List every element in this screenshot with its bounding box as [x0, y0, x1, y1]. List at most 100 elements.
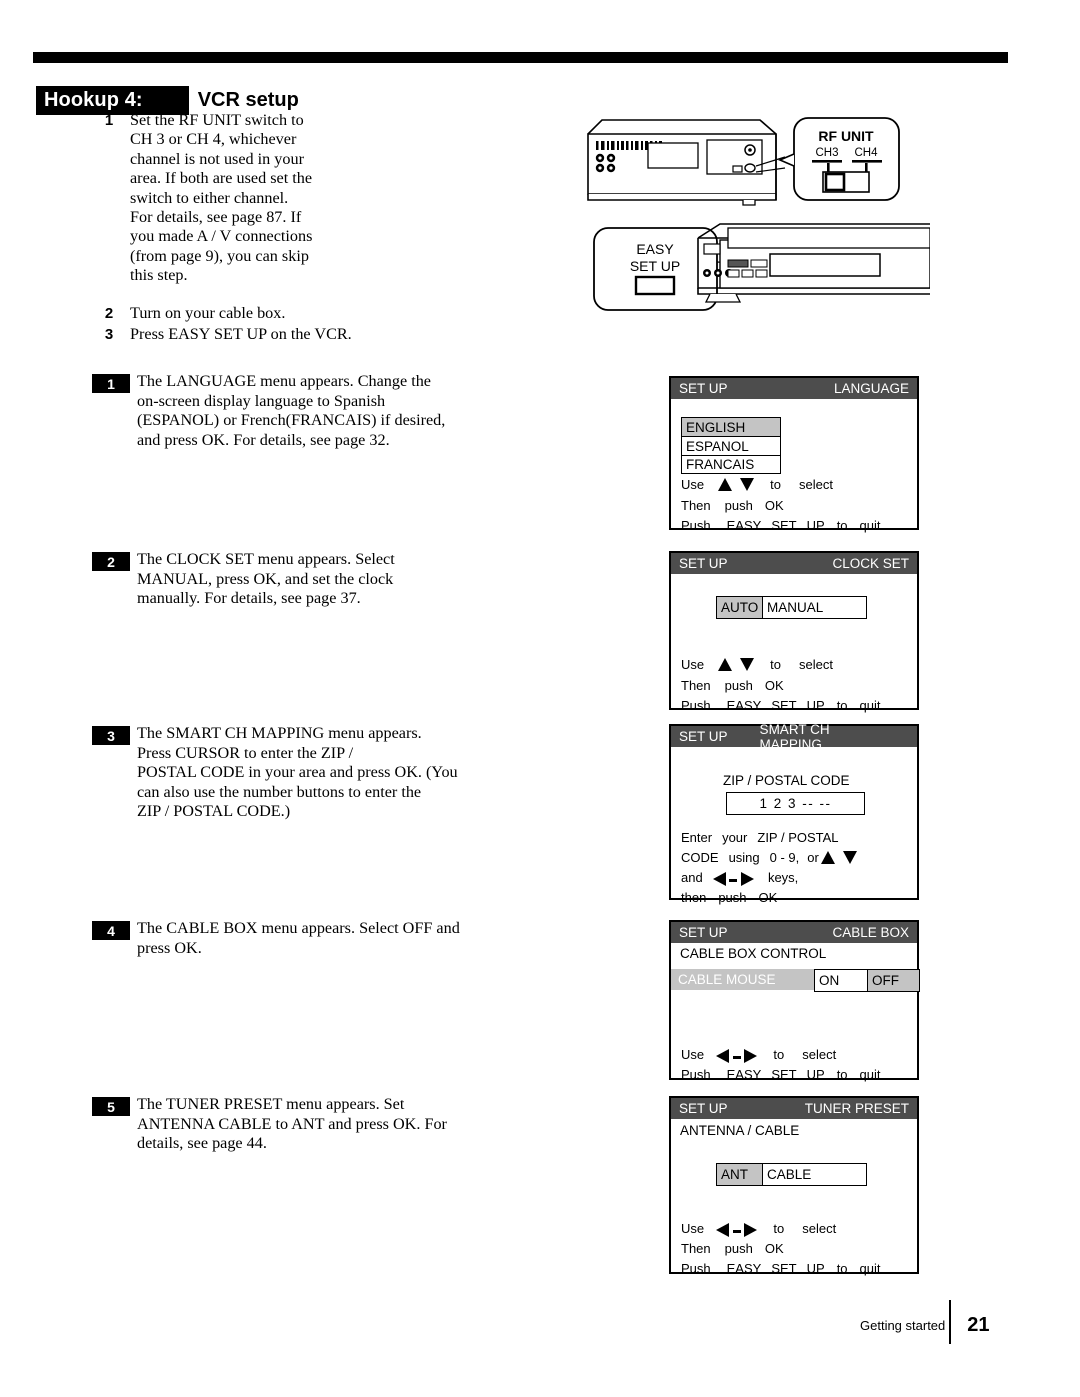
osd-hint-select: Use to select	[681, 1221, 836, 1237]
hint-code-label: CODE	[681, 850, 719, 865]
hint-easy-label: EASY	[726, 1261, 762, 1276]
hint-quit-label: quit	[859, 698, 881, 713]
cable-mouse-option-off[interactable]: OFF	[867, 970, 919, 991]
main-step-2: 2 Turn on your cable box.	[96, 304, 566, 323]
rf-unit-title: RF UNIT	[818, 128, 874, 144]
hint-push-label: push	[724, 1241, 753, 1256]
rf-switch-on-chassis	[732, 165, 743, 173]
hint-zip-postal-label: ZIP / POSTAL	[757, 830, 839, 845]
hint-push2-label: Push	[681, 1261, 711, 1276]
tuner-option-ant[interactable]: ANT	[717, 1164, 763, 1185]
hint-use-label: Use	[681, 477, 705, 492]
osd-menu-label: SET UP	[679, 729, 728, 744]
clock-option-auto[interactable]: AUTO	[717, 597, 763, 618]
hint-to2-label: to	[836, 1067, 848, 1082]
cable-mouse-toggle[interactable]: ON OFF	[814, 969, 920, 992]
hint-easy-label: EASY	[726, 1067, 762, 1082]
footer-page-number: 21	[967, 1313, 990, 1336]
hint-your-label: your	[722, 830, 748, 845]
sub-step-number: 3	[92, 726, 130, 745]
hint-set-label: SET	[771, 518, 797, 533]
osd-hint-select: Use to select	[681, 477, 833, 492]
osd-hint-select: Use to select	[681, 1047, 836, 1063]
hint-enter-label: Enter	[681, 830, 713, 845]
hint-or-label: or	[807, 850, 819, 865]
step-text: Press EASY SET UP on the VCR.	[130, 325, 352, 344]
osd-title-bar: SET UP LANGUAGE	[671, 378, 917, 399]
main-step-1: 1 Set the RF UNIT switch to CH 3 or CH 4…	[96, 111, 566, 286]
hint-up-label: UP	[806, 1067, 825, 1082]
osd-hint-push-ok: Then push OK	[681, 1241, 784, 1256]
hint-use-label: Use	[681, 1047, 705, 1063]
osd-screen-smart-ch-mapping: SET UP SMART CH MAPPING ZIP / POSTAL COD…	[669, 722, 919, 905]
osd-screen-title: CLOCK SET	[832, 556, 909, 571]
hint-push2-label: Push	[681, 1067, 711, 1082]
easy-label-line1: EASY	[636, 241, 674, 257]
page-footer: Getting started 21	[860, 1300, 990, 1344]
step-text: Turn on your cable box.	[130, 303, 286, 322]
sub-step-number: 1	[92, 374, 130, 393]
top-rule-divider	[33, 52, 1008, 63]
rf-switch-toggle	[824, 172, 846, 192]
step-number: 2	[104, 304, 114, 322]
arrow-up-icon	[820, 851, 835, 864]
footer-divider	[949, 1300, 952, 1344]
hint-select-label: select	[798, 657, 833, 672]
hint-select-label: select	[798, 477, 833, 492]
hint-select-label: select	[802, 1047, 837, 1063]
sub-step-text: The SMART CH MAPPING menu appears. Press…	[137, 724, 458, 821]
arrow-left-right-icon	[712, 870, 754, 886]
footer-section-label: Getting started	[860, 1317, 946, 1333]
hint-quit-label: quit	[859, 1067, 881, 1082]
hint-push2-label: Push	[681, 518, 711, 533]
osd-screen-tuner-preset: SET UP TUNER PRESET ANTENNA / CABLE ANT …	[669, 1096, 919, 1276]
zip-postal-code-label: ZIP / POSTAL CODE	[723, 773, 850, 788]
hint-then-label: then	[681, 890, 707, 905]
osd-screen-title: CABLE BOX	[832, 925, 909, 940]
osd-hint-line-3: and keys,	[681, 870, 798, 886]
hint-easy-label: EASY	[726, 698, 762, 713]
cassette-slot	[727, 227, 931, 249]
sub-step-text: The CLOCK SET menu appears. Select MANUA…	[137, 550, 395, 608]
hint-quit-label: quit	[859, 518, 881, 533]
osd-title-bar: SET UP TUNER PRESET	[671, 1098, 917, 1119]
hint-ok-label: OK	[758, 890, 778, 905]
language-option-espanol[interactable]: ESPANOL	[681, 436, 781, 455]
clock-mode-selector[interactable]: AUTO MANUAL	[716, 596, 867, 619]
antenna-cable-label: ANTENNA / CABLE	[680, 1123, 800, 1138]
step-text: Set the RF UNIT switch to CH 3 or CH 4, …	[130, 111, 313, 285]
clock-option-manual[interactable]: MANUAL	[763, 597, 866, 618]
arrow-down-icon	[740, 658, 755, 671]
osd-screen-title: LANGUAGE	[833, 381, 909, 396]
easy-setup-button-on-panel	[727, 259, 749, 268]
osd-menu-label: SET UP	[679, 1101, 728, 1116]
language-option-francais[interactable]: FRANCAIS	[681, 455, 781, 474]
hint-use-label: Use	[681, 657, 705, 672]
hint-push-label: push	[718, 890, 747, 905]
zip-postal-code-input[interactable]: 1 2 3 -- --	[726, 792, 865, 815]
hint-to2-label: to	[836, 698, 848, 713]
osd-screen-language: SET UP LANGUAGE ENGLISH ESPANOL FRANCAIS…	[669, 376, 919, 533]
hint-then-label: Then	[681, 1241, 711, 1256]
hint-push-label: push	[724, 678, 753, 693]
tuner-option-cable[interactable]: CABLE	[763, 1164, 866, 1185]
easy-label-line2: SET UP	[630, 258, 680, 274]
language-option-english[interactable]: ENGLISH	[681, 417, 781, 436]
hint-then-label: Then	[681, 498, 711, 513]
language-option-list[interactable]: ENGLISH ESPANOL FRANCAIS	[681, 417, 781, 474]
cable-mouse-row[interactable]: CABLE MOUSE ON OFF	[671, 969, 920, 992]
rf-callout-pointer	[777, 153, 795, 167]
manual-page: Hookup 4: VCR setup 1 Set the RF UNIT sw…	[0, 0, 1080, 1397]
hint-using-label: using	[728, 850, 760, 865]
page-title-text: VCR setup	[197, 89, 299, 112]
illustration-svg: RF UNIT CH3 CH4 EASY SET UP	[587, 117, 931, 311]
osd-hint-select: Use to select	[681, 657, 833, 672]
hint-to2-label: to	[836, 1261, 848, 1276]
hint-up-label: UP	[806, 518, 825, 533]
cable-mouse-option-on[interactable]: ON	[815, 970, 867, 991]
antenna-cable-selector[interactable]: ANT CABLE	[716, 1163, 867, 1186]
hint-ok-label: OK	[764, 498, 784, 513]
osd-title-bar: SET UP CABLE BOX	[671, 922, 917, 943]
sub-step-3: 3 The SMART CH MAPPING menu appears. Pre…	[92, 724, 458, 822]
rf-ch3-label: CH3	[815, 147, 838, 159]
